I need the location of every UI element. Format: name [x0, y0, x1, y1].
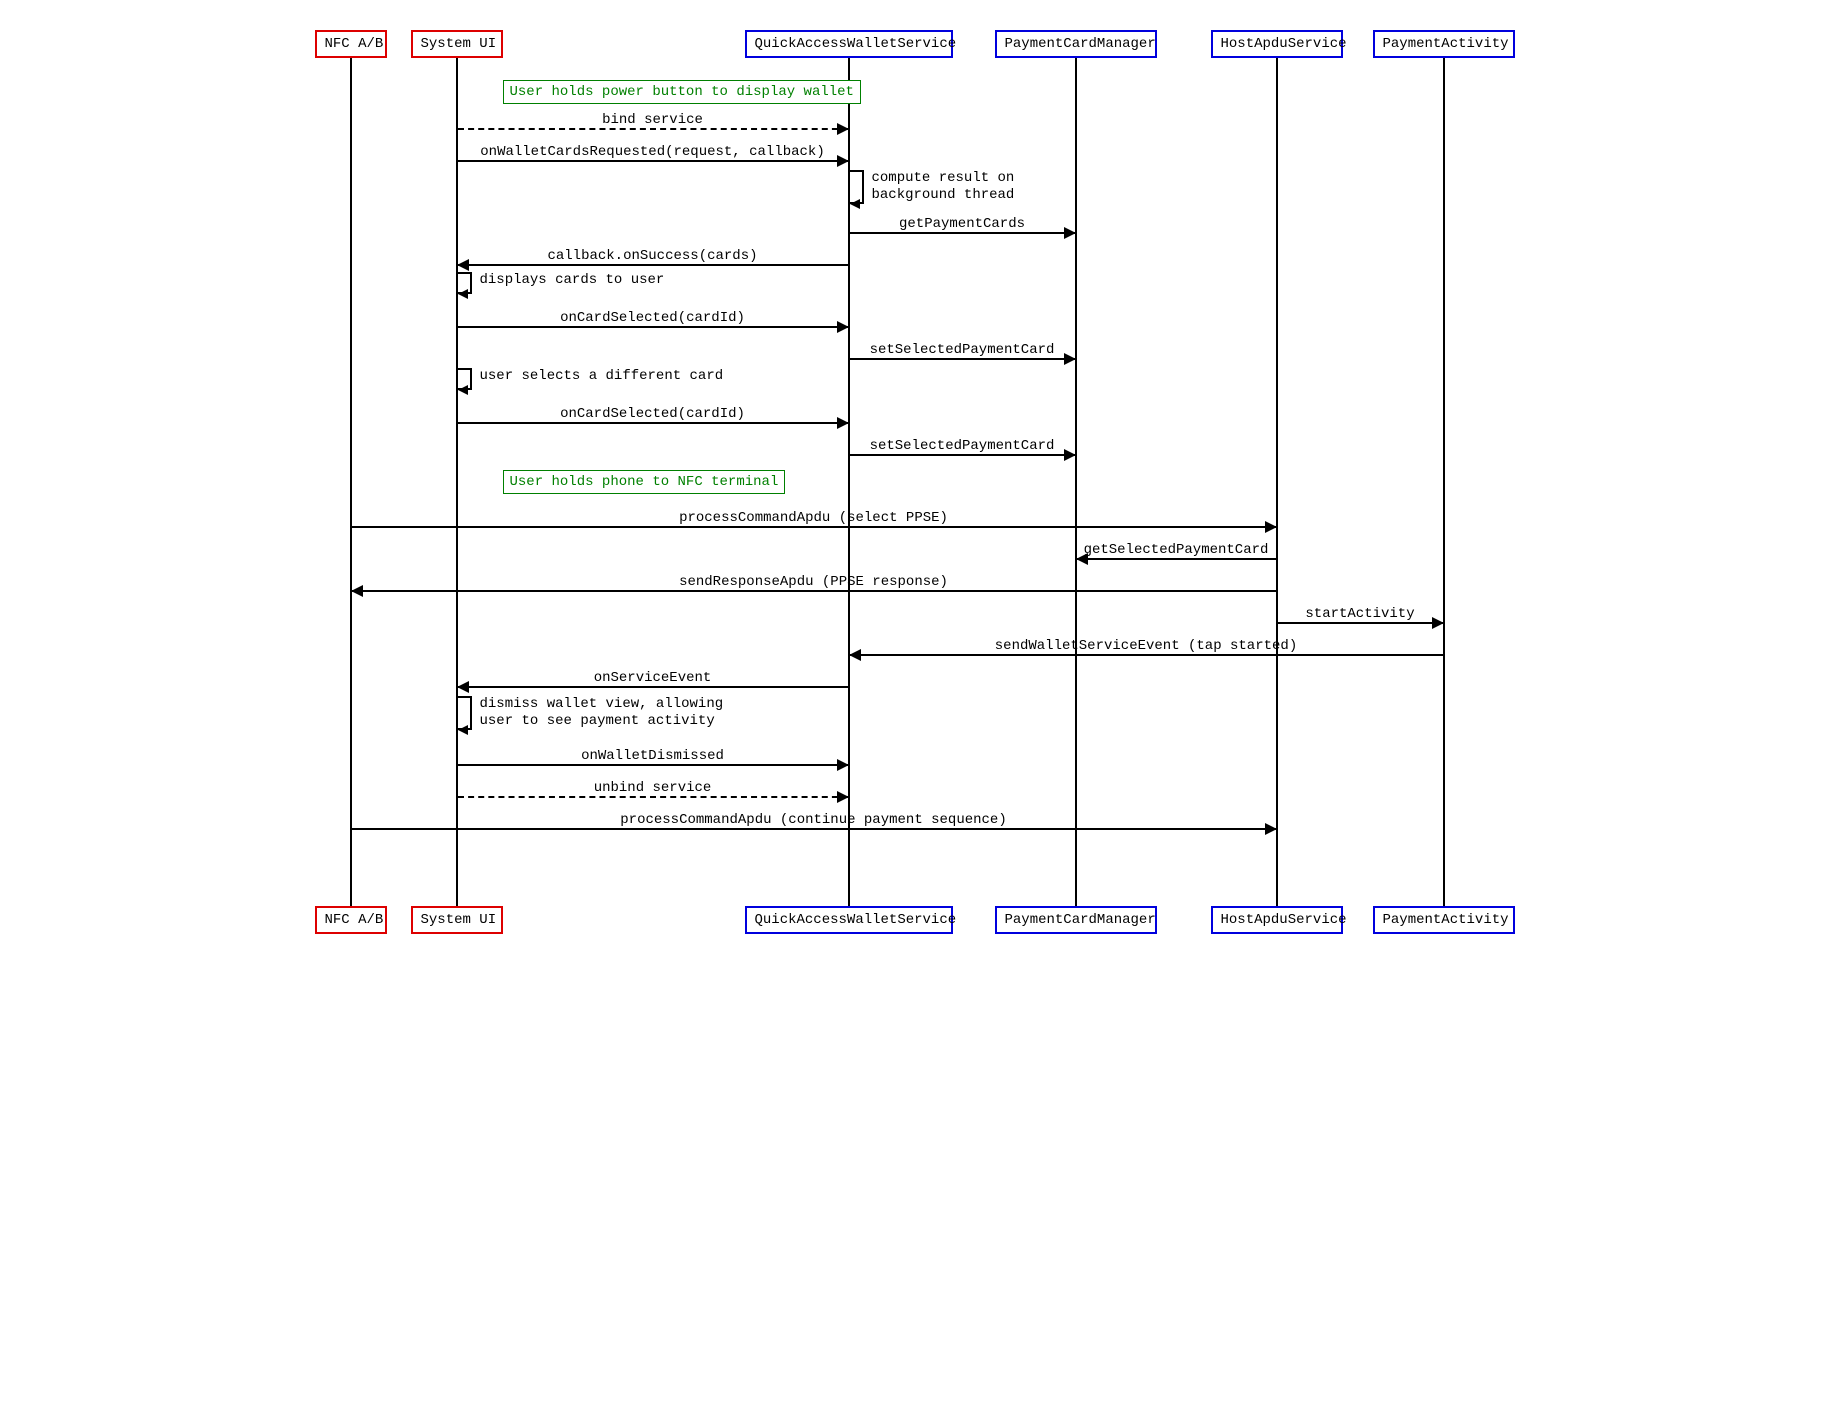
sequence-diagram: NFC A/B System UI QuickAccessWalletServi… [303, 20, 1543, 960]
participant-nfc-bottom: NFC A/B [315, 906, 387, 934]
msg-unbind-service: unbind service [458, 780, 848, 798]
participant-qaws-bottom: QuickAccessWalletService [745, 906, 953, 934]
msg-set-selected-1: setSelectedPaymentCard [850, 342, 1075, 360]
msg-get-payment-cards: getPaymentCards [850, 216, 1075, 234]
participant-pa-bottom: PaymentActivity [1373, 906, 1515, 934]
note-nfc-terminal: User holds phone to NFC terminal [503, 470, 786, 494]
note-power-button: User holds power button to display walle… [503, 80, 861, 104]
participant-pcm-top: PaymentCardManager [995, 30, 1157, 58]
msg-bind-service: bind service [458, 112, 848, 130]
msg-send-wallet-service-event: sendWalletServiceEvent (tap started) [850, 638, 1443, 656]
participant-sysui-bottom: System UI [411, 906, 503, 934]
participant-pcm-bottom: PaymentCardManager [995, 906, 1157, 934]
msg-on-card-selected-2: onCardSelected(cardId) [458, 406, 848, 424]
lifeline-pa [1443, 58, 1445, 906]
msg-process-command-apdu-ppse: processCommandApdu (select PPSE) [352, 510, 1276, 528]
lifeline-has [1276, 58, 1278, 906]
participant-sysui-top: System UI [411, 30, 503, 58]
msg-process-command-apdu-continue: processCommandApdu (continue payment seq… [352, 812, 1276, 830]
participant-pa-top: PaymentActivity [1373, 30, 1515, 58]
msg-send-response-apdu: sendResponseApdu (PPSE response) [352, 574, 1276, 592]
lifeline-sysui [456, 58, 458, 906]
msg-start-activity: startActivity [1278, 606, 1443, 624]
msg-set-selected-2: setSelectedPaymentCard [850, 438, 1075, 456]
participant-qaws-top: QuickAccessWalletService [745, 30, 953, 58]
participant-has-top: HostApduService [1211, 30, 1343, 58]
msg-on-service-event: onServiceEvent [458, 670, 848, 688]
msg-on-card-selected-1: onCardSelected(cardId) [458, 310, 848, 328]
msg-on-wallet-dismissed: onWalletDismissed [458, 748, 848, 766]
msg-on-wallet-cards-requested: onWalletCardsRequested(request, callback… [458, 144, 848, 162]
msg-get-selected-payment-card: getSelectedPaymentCard [1077, 542, 1276, 560]
lifeline-pcm [1075, 58, 1077, 906]
lifeline-nfc [350, 58, 352, 906]
participant-nfc-top: NFC A/B [315, 30, 387, 58]
participant-has-bottom: HostApduService [1211, 906, 1343, 934]
msg-callback-on-success: callback.onSuccess(cards) [458, 248, 848, 266]
